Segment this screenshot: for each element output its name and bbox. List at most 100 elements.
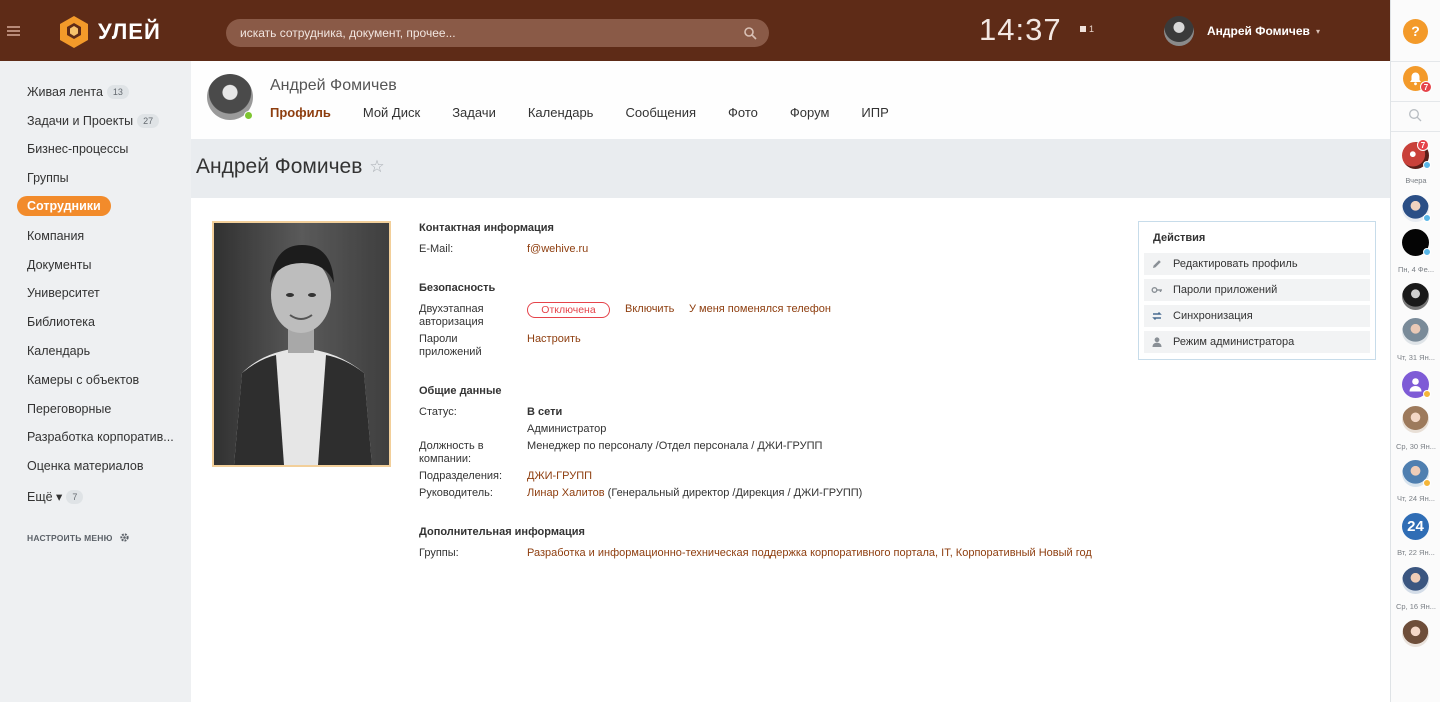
email-label: E-Mail: <box>419 243 454 255</box>
menu-item-company[interactable]: Компания <box>27 226 84 246</box>
chat-date: Ср, 16 Ян... <box>1396 602 1436 611</box>
rail-divider <box>1391 61 1440 62</box>
chat-avatar[interactable] <box>1402 318 1429 345</box>
key-icon <box>1151 287 1162 293</box>
edit-profile-action[interactable]: Редактировать профиль <box>1144 253 1370 275</box>
tab-ipr[interactable]: ИПР <box>861 105 888 120</box>
tab-messages[interactable]: Сообщения <box>625 105 696 120</box>
groups-links[interactable]: Разработка и информационно-техническая п… <box>527 547 1107 560</box>
chat-avatar[interactable] <box>1402 371 1431 398</box>
chat-date: Пн, 4 Фе... <box>1397 265 1435 274</box>
clock[interactable]: 14:37 <box>979 12 1062 48</box>
menu-item-tasks[interactable]: Задачи и Проекты 27 <box>27 111 160 131</box>
chat-avatar[interactable] <box>1402 406 1429 433</box>
tab-photo[interactable]: Фото <box>728 105 758 120</box>
menu-item-cameras[interactable]: Камеры с объектов <box>27 370 139 390</box>
chat-avatar[interactable]: 7 <box>1402 139 1431 169</box>
twofa-status-badge: Отключена <box>527 302 610 318</box>
help-button[interactable]: ? <box>1403 19 1428 44</box>
chat-date: Чт, 24 Ян... <box>1396 494 1435 503</box>
notifications-button[interactable]: 7 <box>1403 66 1432 93</box>
chat-avatar[interactable] <box>1402 283 1429 310</box>
department-link[interactable]: ДЖИ-ГРУПП <box>527 470 592 483</box>
tab-disk[interactable]: Мой Диск <box>363 105 420 120</box>
menu-item-corporate-dev[interactable]: Разработка корпоратив... <box>27 427 174 447</box>
app-passwords-setup-link[interactable]: Настроить <box>527 333 581 346</box>
chat-avatar[interactable] <box>1402 460 1431 487</box>
menu-item-evaluation[interactable]: Оценка материалов <box>27 456 144 476</box>
bitrix24-chat[interactable]: 24 <box>1402 513 1429 540</box>
notification-badge: 7 <box>1420 81 1432 93</box>
pencil-icon <box>1153 260 1161 268</box>
chat-date: Вт, 22 Ян... <box>1397 548 1435 557</box>
left-menu: Живая лента 13 Задачи и Проекты 27 Бизнес-… <box>0 61 191 702</box>
manager-value: Линар Халитов (Генеральный директор /Дир… <box>527 487 862 500</box>
search-box[interactable] <box>226 19 769 47</box>
online-status-dot <box>244 111 253 120</box>
hive-logo-icon <box>60 16 88 48</box>
menu-item-library[interactable]: Библиотека <box>27 312 95 332</box>
rail-divider <box>1391 101 1440 102</box>
app-passwords-action[interactable]: Пароли приложений <box>1144 279 1370 301</box>
status-value: В сети <box>527 406 563 418</box>
menu-item-meeting-rooms[interactable]: Переговорные <box>27 399 111 419</box>
menu-item-documents[interactable]: Документы <box>27 255 91 275</box>
status-dot <box>1423 214 1431 222</box>
search-icon[interactable] <box>1408 108 1422 122</box>
flag-counter[interactable]: 1 <box>1080 24 1094 34</box>
count-badge: 27 <box>137 114 160 128</box>
profile-content: Контактная информация E-Mail: f@wehive.r… <box>191 198 1390 702</box>
position-value: Менеджер по персоналу /Отдел персонала /… <box>527 440 823 452</box>
menu-setup-link[interactable]: НАСТРОИТЬ МЕНЮ <box>27 532 130 543</box>
rail-divider <box>1391 131 1440 132</box>
tab-tasks[interactable]: Задачи <box>452 105 496 120</box>
enable-twofa-link[interactable]: Включить <box>625 303 674 316</box>
chat-avatar[interactable] <box>1402 567 1429 594</box>
profile-name: Андрей Фомичев <box>270 77 397 94</box>
status-dot <box>1423 161 1431 169</box>
actions-title: Действия <box>1153 232 1206 244</box>
status-dot <box>1423 479 1431 487</box>
role-value: Администратор <box>527 423 607 435</box>
admin-mode-action[interactable]: Режим администратора <box>1144 331 1370 353</box>
right-rail: ? 7 7 Вчера Пн, 4 Фе... Чт, 31 Ян... Ср,… <box>1390 0 1440 702</box>
section-title-security: Безопасность <box>419 282 496 294</box>
count-badge: 7 <box>66 490 84 504</box>
tab-forum[interactable]: Форум <box>790 105 830 120</box>
user-avatar <box>1164 16 1194 46</box>
menu-item-groups[interactable]: Группы <box>27 168 69 188</box>
menu-item-university[interactable]: Университет <box>27 283 100 303</box>
section-title-general: Общие данные <box>419 385 502 397</box>
menu-item-more[interactable]: Ещё ▾ 7 <box>27 487 84 507</box>
favorite-star-icon[interactable]: ☆ <box>369 157 384 177</box>
chat-avatar[interactable] <box>1402 620 1429 647</box>
status-label: Статус: <box>419 406 457 418</box>
menu-item-employees[interactable]: Сотрудники <box>17 196 111 216</box>
manager-link[interactable]: Линар Халитов <box>527 487 605 499</box>
profile-photo[interactable] <box>212 221 391 467</box>
user-icon <box>1409 378 1422 392</box>
sync-action[interactable]: Синхронизация <box>1144 305 1370 327</box>
menu-burger-icon[interactable] <box>7 26 20 36</box>
user-icon <box>1152 337 1162 347</box>
search-icon[interactable] <box>743 26 757 40</box>
logo[interactable]: УЛЕЙ <box>56 15 161 49</box>
search-input[interactable] <box>240 19 730 47</box>
tab-profile[interactable]: Профиль <box>270 105 331 120</box>
section-title-contact: Контактная информация <box>419 222 554 234</box>
email-link[interactable]: f@wehive.ru <box>527 243 588 256</box>
menu-item-calendar[interactable]: Календарь <box>27 341 90 361</box>
menu-item-bizproc[interactable]: Бизнес-процессы <box>27 139 128 159</box>
count-badge: 13 <box>106 85 129 99</box>
twofa-label: Двухэтапная авторизация <box>419 303 484 328</box>
menu-item-feed[interactable]: Живая лента 13 <box>27 82 129 102</box>
flag-count: 1 <box>1089 24 1095 34</box>
tab-calendar[interactable]: Календарь <box>528 105 594 120</box>
user-menu[interactable]: Андрей Фомичев ▾ <box>1164 15 1320 47</box>
chat-avatar[interactable] <box>1402 195 1431 222</box>
profile-photo-image <box>214 223 389 465</box>
phone-changed-link[interactable]: У меня поменялся телефон <box>689 303 831 316</box>
chat-date: Ср, 30 Ян... <box>1396 442 1436 451</box>
flag-icon <box>1080 26 1086 32</box>
chat-avatar[interactable] <box>1402 229 1431 256</box>
